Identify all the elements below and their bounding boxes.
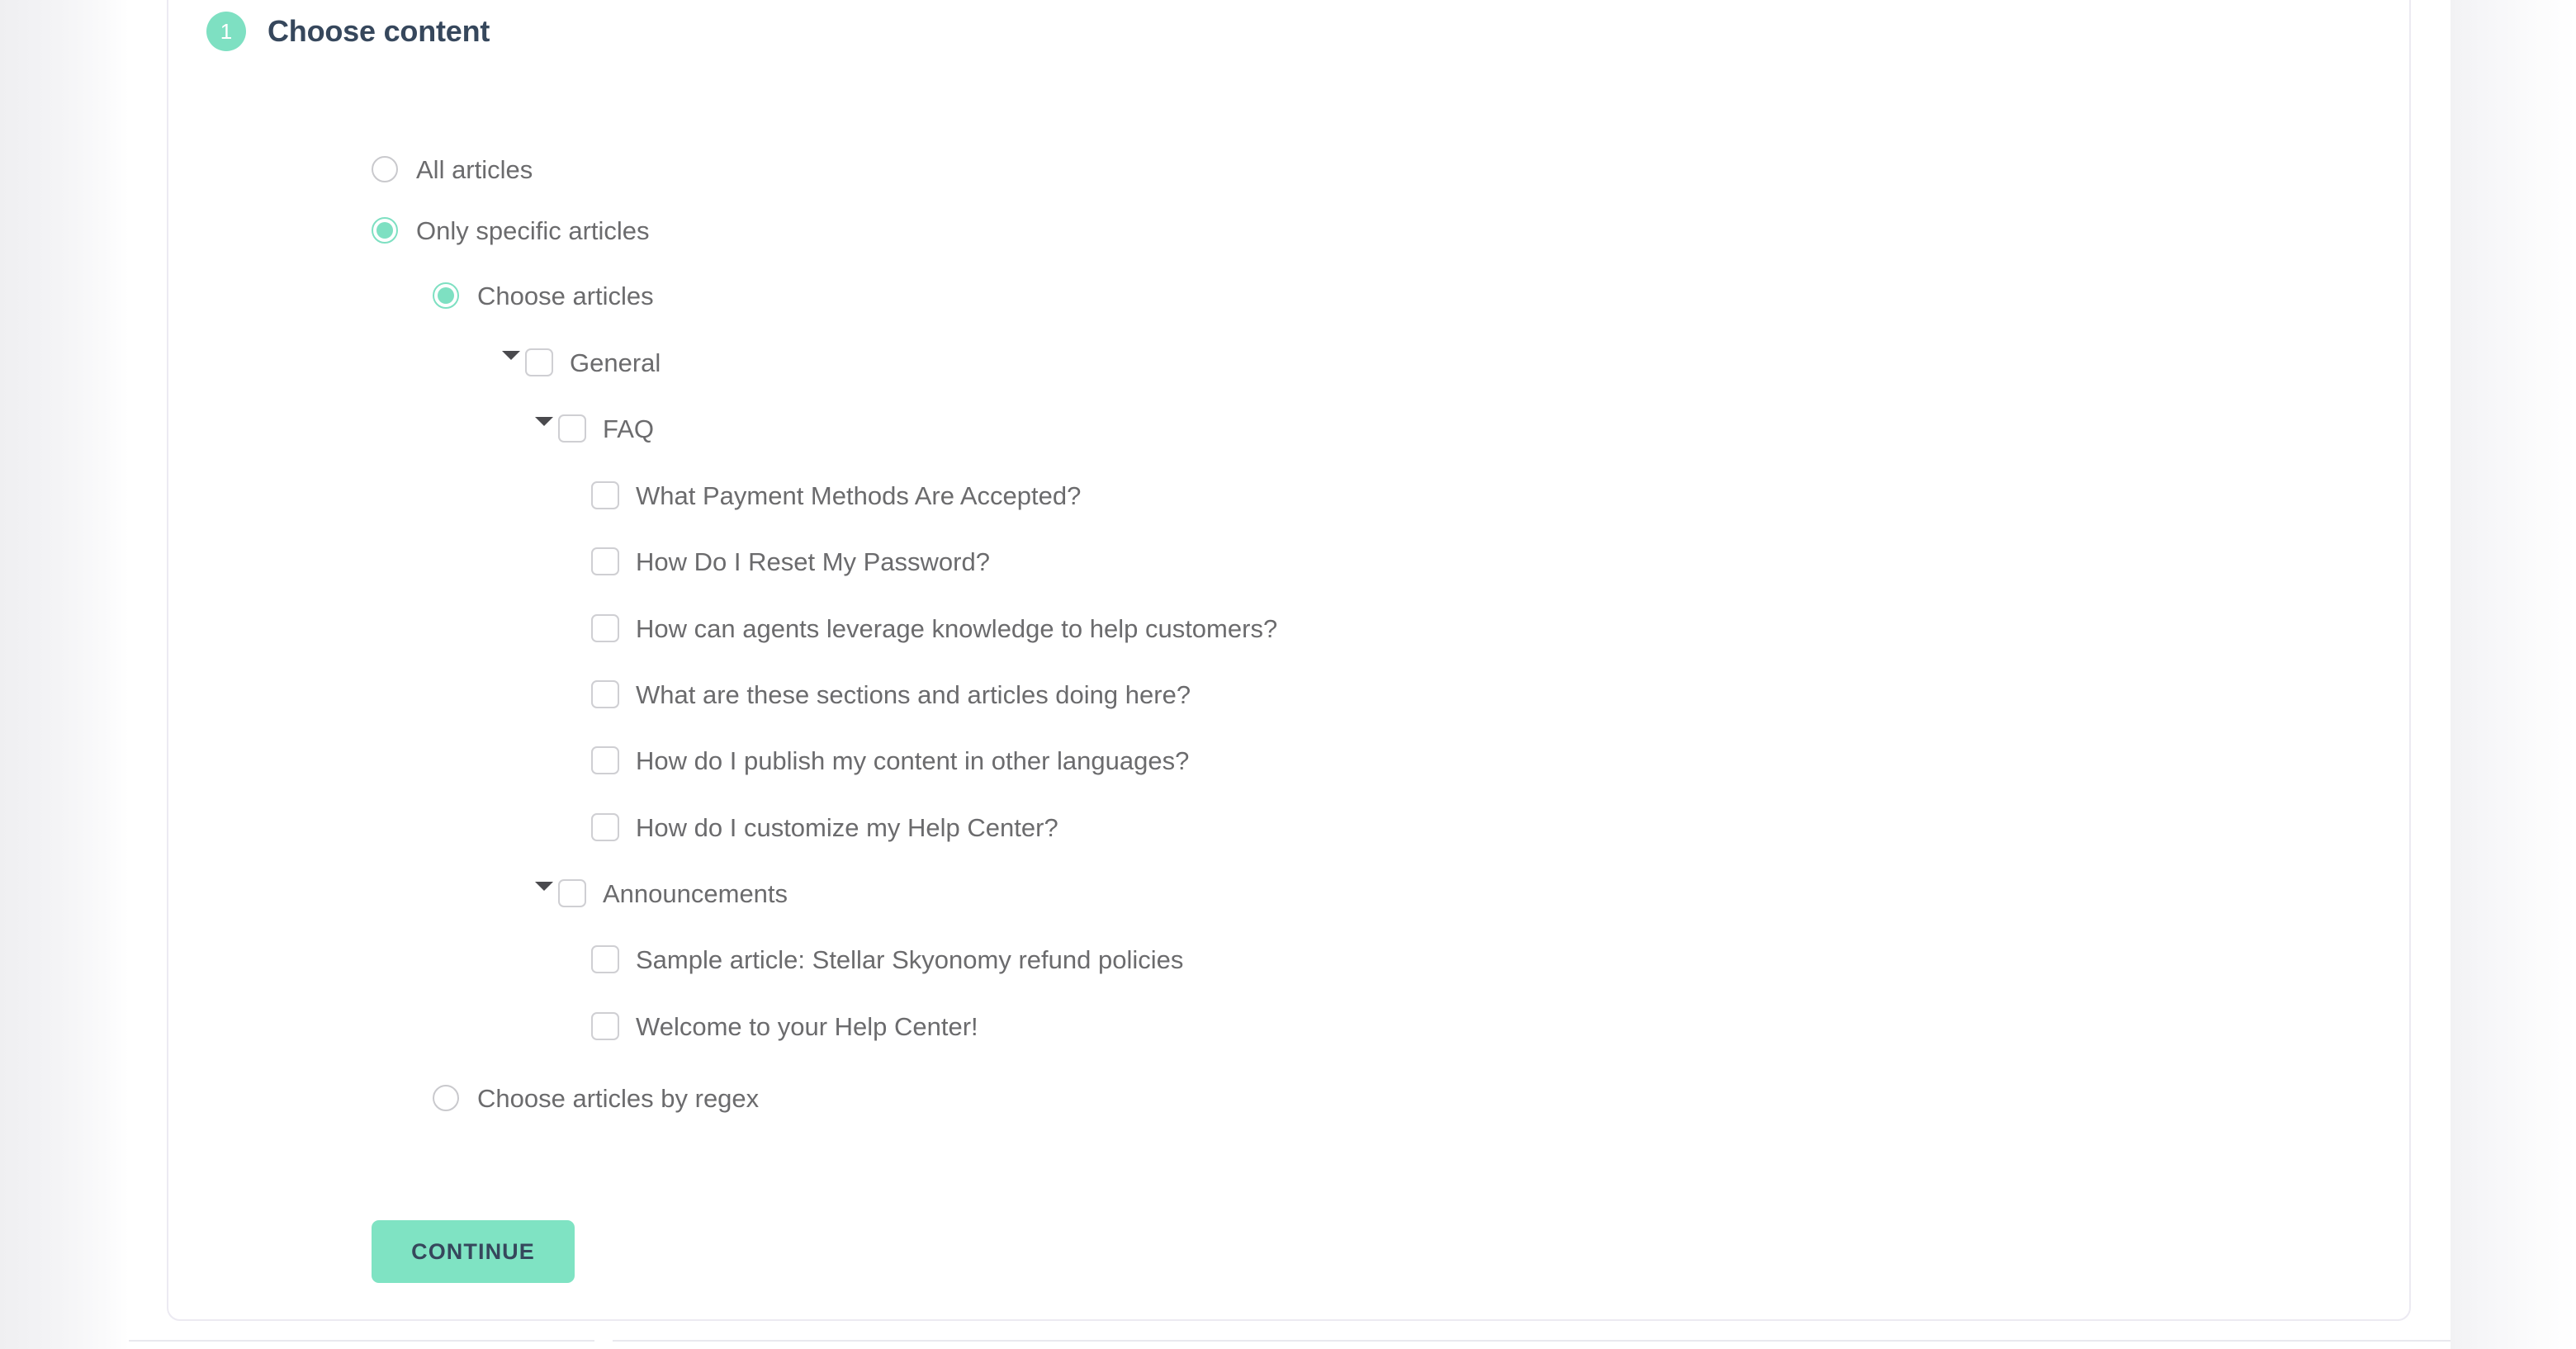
tree-leaf-article[interactable]: How do I publish my content in other lan… [568,746,1189,774]
tree-leaf-article[interactable]: Welcome to your Help Center! [568,1012,978,1040]
continue-button[interactable]: CONTINUE [372,1220,575,1283]
radio-all-articles-icon[interactable] [372,156,398,182]
tree-node-faq[interactable]: FAQ [535,414,654,443]
radio-choose-by-regex-label: Choose articles by regex [477,1083,760,1113]
tree-node-announcements[interactable]: Announcements [535,879,788,907]
radio-option-choose-articles[interactable]: Choose articles [433,282,654,309]
caret-down-icon-announcements[interactable] [535,882,553,900]
tree-leaf-article-label: Sample article: Stellar Skyonomy refund … [636,944,1184,974]
checkbox-announcements[interactable] [558,879,586,907]
tree-leaf-article-label: What are these sections and articles doi… [636,679,1191,709]
radio-all-articles-label: All articles [416,154,533,184]
tree-node-announcements-label: Announcements [603,878,788,908]
radio-choose-by-regex-icon[interactable] [433,1085,459,1111]
checkbox-faq[interactable] [558,414,586,443]
page-title: Choose content [268,14,490,48]
page-bottom-divider [129,1340,2451,1342]
radio-option-choose-by-regex[interactable]: Choose articles by regex [433,1085,759,1111]
checkbox-article[interactable] [591,746,619,774]
tree-node-general-label: General [570,348,661,377]
checkbox-article[interactable] [591,680,619,708]
right-page-gutter [2451,0,2576,1349]
page-bottom-divider-gap [594,1337,613,1349]
tree-leaf-article[interactable]: Sample article: Stellar Skyonomy refund … [568,945,1183,973]
checkbox-article[interactable] [591,614,619,642]
card-header: 1 Choose content [206,12,490,51]
caret-down-icon-general[interactable] [502,351,520,369]
tree-leaf-article-label: What Payment Methods Are Accepted? [636,480,1082,510]
tree-node-faq-label: FAQ [603,414,655,443]
tree-node-general[interactable]: General [502,348,661,376]
tree-leaf-article[interactable]: What Payment Methods Are Accepted? [568,481,1081,509]
left-page-gutter [0,0,129,1349]
choose-content-card: 1 Choose content All articles Only speci… [167,0,2411,1321]
tree-leaf-article-label: How can agents leverage knowledge to hel… [636,613,1278,643]
radio-only-specific-articles-icon[interactable] [372,217,398,244]
checkbox-article[interactable] [591,547,619,575]
radio-choose-articles-icon[interactable] [433,282,459,309]
radio-option-all-articles[interactable]: All articles [372,156,533,182]
tree-leaf-article-label: Welcome to your Help Center! [636,1011,978,1041]
checkbox-article[interactable] [591,813,619,841]
radio-only-specific-articles-label: Only specific articles [416,215,650,245]
checkbox-article[interactable] [591,945,619,973]
checkbox-general[interactable] [525,348,553,376]
tree-leaf-article-label: How Do I Reset My Password? [636,547,990,576]
checkbox-article[interactable] [591,481,619,509]
tree-leaf-article[interactable]: How can agents leverage knowledge to hel… [568,614,1277,642]
tree-leaf-article-label: How do I publish my content in other lan… [636,746,1190,775]
radio-option-only-specific-articles[interactable]: Only specific articles [372,217,650,244]
tree-leaf-article[interactable]: How do I customize my Help Center? [568,813,1058,841]
page-bottom-strip [129,1321,2451,1349]
tree-leaf-article[interactable]: How Do I Reset My Password? [568,547,990,575]
page-root: 1 Choose content All articles Only speci… [0,0,2576,1349]
caret-down-icon-faq[interactable] [535,417,553,435]
step-number-badge: 1 [206,12,246,51]
tree-leaf-article-label: How do I customize my Help Center? [636,812,1058,842]
tree-leaf-article[interactable]: What are these sections and articles doi… [568,680,1191,708]
radio-choose-articles-label: Choose articles [477,281,654,310]
checkbox-article[interactable] [591,1012,619,1040]
